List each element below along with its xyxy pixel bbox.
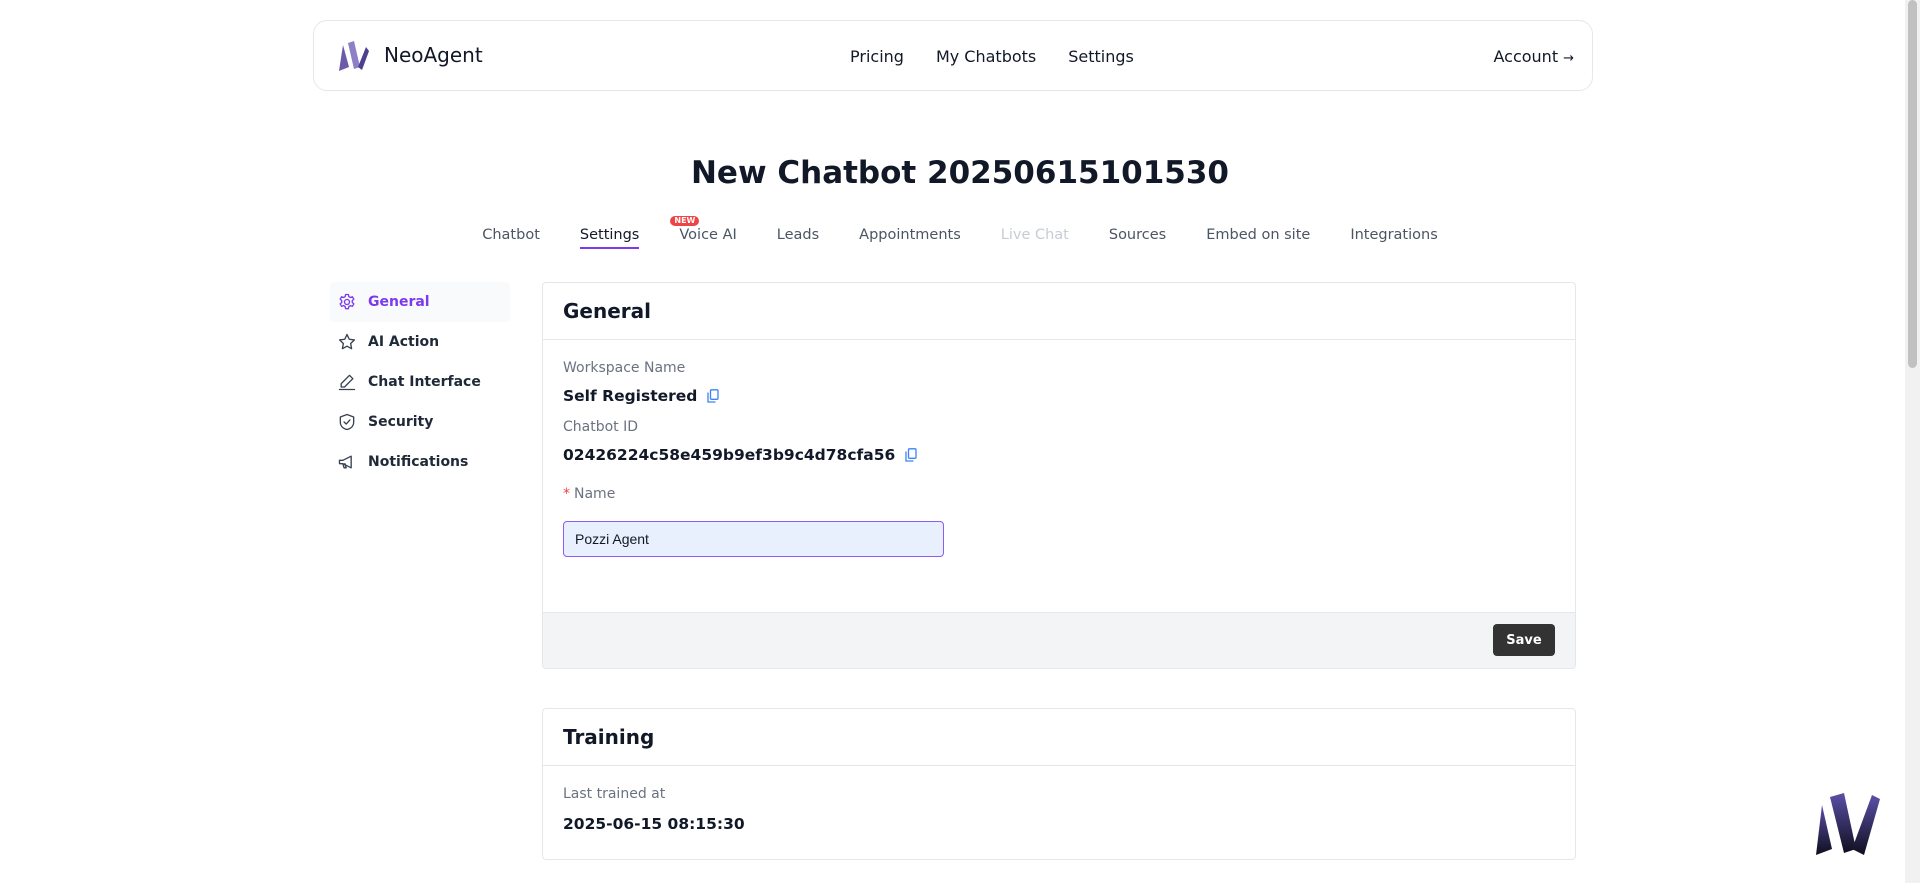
- account-link[interactable]: Account →: [1493, 21, 1574, 92]
- sidebar-item-ai-action[interactable]: AI Action: [330, 322, 510, 362]
- chatbot-id-value: 02426224c58e459b9ef3b9c4d78cfa56: [563, 446, 1555, 464]
- sidebar-item-notifications[interactable]: Notifications: [330, 442, 510, 482]
- name-input[interactable]: [563, 521, 944, 557]
- brand-logo[interactable]: NeoAgent: [336, 37, 483, 73]
- new-badge: NEW: [670, 216, 700, 226]
- logo-icon: [339, 41, 369, 71]
- general-card-footer: Save: [543, 612, 1575, 668]
- pen-icon: [336, 371, 358, 393]
- general-card-body: Workspace Name Self Registered Chatbot I…: [543, 340, 1575, 612]
- sidebar-item-label: Chat Interface: [368, 374, 481, 390]
- general-card-title: General: [543, 283, 1575, 340]
- required-mark: *: [563, 486, 570, 502]
- training-card-body: Last trained at 2025-06-15 08:15:30: [543, 766, 1575, 833]
- copy-icon[interactable]: [707, 389, 720, 403]
- tab-live-chat: Live Chat: [1000, 227, 1069, 243]
- tab-settings[interactable]: Settings: [579, 227, 640, 249]
- sidebar-item-security[interactable]: Security: [330, 402, 510, 442]
- training-card: Training Last trained at 2025-06-15 08:1…: [542, 708, 1576, 860]
- chatbot-tabs: Chatbot Settings NEW Voice AI Leads Appo…: [0, 216, 1920, 249]
- brand-name: NeoAgent: [384, 43, 483, 67]
- name-label-text: Name: [574, 486, 616, 502]
- account-label: Account: [1493, 47, 1559, 66]
- sidebar-item-label: AI Action: [368, 334, 440, 350]
- arrow-right-icon: →: [1563, 50, 1574, 66]
- training-card-title: Training: [543, 709, 1575, 766]
- megaphone-icon: [336, 451, 358, 473]
- sidebar-item-general[interactable]: General: [330, 282, 510, 322]
- sidebar-item-label: Notifications: [368, 454, 469, 470]
- general-card: General Workspace Name Self Registered C…: [542, 282, 1576, 669]
- last-trained-label: Last trained at: [563, 786, 666, 802]
- last-trained-value: 2025-06-15 08:15:30: [563, 815, 745, 833]
- chatbot-id-text: 02426224c58e459b9ef3b9c4d78cfa56: [563, 446, 896, 464]
- tab-chatbot[interactable]: Chatbot: [482, 227, 540, 249]
- page-scrollbar[interactable]: [1905, 0, 1920, 883]
- workspace-name-label: Workspace Name: [563, 360, 686, 376]
- tab-appointments[interactable]: Appointments: [859, 227, 961, 249]
- tab-sources[interactable]: Sources: [1109, 227, 1166, 249]
- nav-pricing[interactable]: Pricing: [850, 47, 904, 66]
- tab-voice-ai[interactable]: NEW Voice AI: [670, 216, 737, 249]
- save-button[interactable]: Save: [1493, 624, 1555, 656]
- nav-settings[interactable]: Settings: [1068, 47, 1134, 66]
- workspace-name-text: Self Registered: [563, 387, 698, 405]
- page-title: New Chatbot 20250615101530: [690, 155, 1230, 191]
- scrollbar-thumb[interactable]: [1908, 0, 1917, 368]
- gear-icon: [336, 291, 358, 313]
- main-nav: Pricing My Chatbots Settings: [850, 21, 1134, 92]
- tab-embed-on-site[interactable]: Embed on site: [1206, 227, 1310, 249]
- tab-voice-ai-label: Voice AI: [679, 227, 737, 243]
- tab-integrations[interactable]: Integrations: [1350, 227, 1437, 249]
- settings-sidebar: General AI Action Chat Interface Securit…: [330, 282, 510, 482]
- shield-check-icon: [336, 411, 358, 433]
- name-field-label: * Name: [563, 486, 1555, 502]
- star-icon: [336, 331, 358, 353]
- workspace-name-value: Self Registered: [563, 387, 1555, 405]
- chat-widget-launcher-icon[interactable]: [1812, 789, 1884, 861]
- copy-icon[interactable]: [905, 448, 917, 462]
- chatbot-id-label: Chatbot ID: [563, 419, 639, 435]
- sidebar-item-label: Security: [368, 414, 434, 430]
- nav-my-chatbots[interactable]: My Chatbots: [936, 47, 1036, 66]
- tab-leads[interactable]: Leads: [777, 227, 819, 249]
- top-navbar: NeoAgent Pricing My Chatbots Settings Ac…: [313, 20, 1593, 91]
- sidebar-item-label: General: [368, 294, 430, 310]
- sidebar-item-chat-interface[interactable]: Chat Interface: [330, 362, 510, 402]
